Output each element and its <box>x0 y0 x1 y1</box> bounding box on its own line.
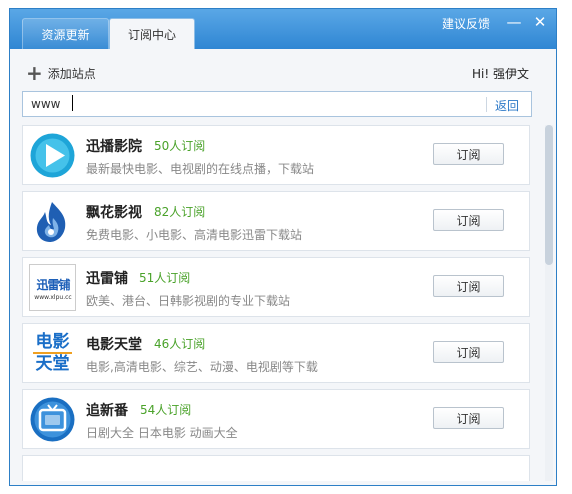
subscribe-button[interactable]: 订阅 <box>433 275 504 297</box>
subscribe-button[interactable]: 订阅 <box>433 407 504 429</box>
dytt-logo-stripe <box>33 352 72 354</box>
site-description: 日剧大全 日本电影 动画大全 <box>86 426 238 440</box>
subscribe-button[interactable]: 订阅 <box>433 341 504 363</box>
site-name[interactable]: 迅播影院 <box>86 136 142 156</box>
list-item: 迅雷铺 www.xlpu.cc 迅雷铺 51人订阅 欧美、港台、日韩影视剧的专业… <box>22 257 530 317</box>
subscribe-button[interactable]: 订阅 <box>433 143 504 165</box>
dytt-logo: 电影 天堂 <box>29 330 76 377</box>
add-site-label: 添加站点 <box>47 66 96 81</box>
search-divider <box>486 97 487 112</box>
back-link[interactable]: 返回 <box>495 97 519 114</box>
search-input[interactable]: www 返回 <box>22 91 532 117</box>
subscriber-count: 54人订阅 <box>140 403 192 417</box>
user-greeting: Hi! 强伊文 <box>472 67 529 81</box>
site-name[interactable]: 电影天堂 <box>86 334 142 354</box>
site-description: 电影,高清电影、综艺、动漫、电视剧等下载 <box>86 360 318 374</box>
subscriber-count: 46人订阅 <box>154 337 206 351</box>
text-caret <box>72 95 73 111</box>
subscriber-count: 82人订阅 <box>154 205 206 219</box>
subscribe-button[interactable]: 订阅 <box>433 209 504 231</box>
dytt-logo-bottom: 天堂 <box>35 354 70 374</box>
close-icon[interactable]: ✕ <box>530 12 550 32</box>
tab-resource-updates[interactable]: 资源更新 <box>22 18 109 49</box>
subscriber-count: 51人订阅 <box>139 271 191 285</box>
tab-subscription-center[interactable]: 订阅中心 <box>109 18 195 49</box>
xunleipu-logo: 迅雷铺 www.xlpu.cc <box>29 264 76 311</box>
minimize-icon[interactable]: — <box>504 12 524 32</box>
list-item: 迅播影院 50人订阅 最新最快电影、电视剧的在线点播，下载站 订阅 <box>22 125 530 185</box>
scrollbar-thumb[interactable] <box>545 125 553 265</box>
search-value: www <box>31 97 61 111</box>
subscription-window: 资源更新 订阅中心 建议反馈 — ✕ + 添加站点 Hi! 强伊文 www 返回… <box>9 8 557 486</box>
site-description: 免费电影、小电影、高清电影迅雷下载站 <box>86 228 303 242</box>
dytt-logo-top: 电影 <box>35 332 70 352</box>
tv-icon <box>30 397 75 442</box>
site-name[interactable]: 迅雷铺 <box>86 268 128 288</box>
title-bar: 资源更新 订阅中心 建议反馈 — ✕ <box>10 9 556 49</box>
list-item: 追新番 54人订阅 日剧大全 日本电影 动画大全 订阅 <box>22 389 530 449</box>
play-icon <box>30 133 75 178</box>
site-description: 最新最快电影、电视剧的在线点播，下载站 <box>86 162 315 176</box>
site-description: 欧美、港台、日韩影视剧的专业下载站 <box>86 294 291 308</box>
site-name[interactable]: 飘花影视 <box>86 202 142 222</box>
subscriber-count: 50人订阅 <box>154 139 206 153</box>
feedback-link[interactable]: 建议反馈 <box>442 15 490 32</box>
site-list[interactable]: 迅播影院 50人订阅 最新最快电影、电视剧的在线点播，下载站 订阅 飘花影视 8… <box>22 125 532 481</box>
flame-icon <box>29 198 76 245</box>
list-item: 飘花影视 82人订阅 免费电影、小电影、高清电影迅雷下载站 订阅 <box>22 191 530 251</box>
list-item: 电影 天堂 电影天堂 46人订阅 电影,高清电影、综艺、动漫、电视剧等下载 订阅 <box>22 323 530 383</box>
add-site-button[interactable]: + 添加站点 <box>26 61 96 85</box>
site-name[interactable]: 追新番 <box>86 400 128 420</box>
xunleipu-logo-url: www.xlpu.cc <box>34 294 72 301</box>
list-item <box>22 455 530 481</box>
xunleipu-logo-text: 迅雷铺 <box>36 278 70 292</box>
plus-icon: + <box>26 61 43 85</box>
